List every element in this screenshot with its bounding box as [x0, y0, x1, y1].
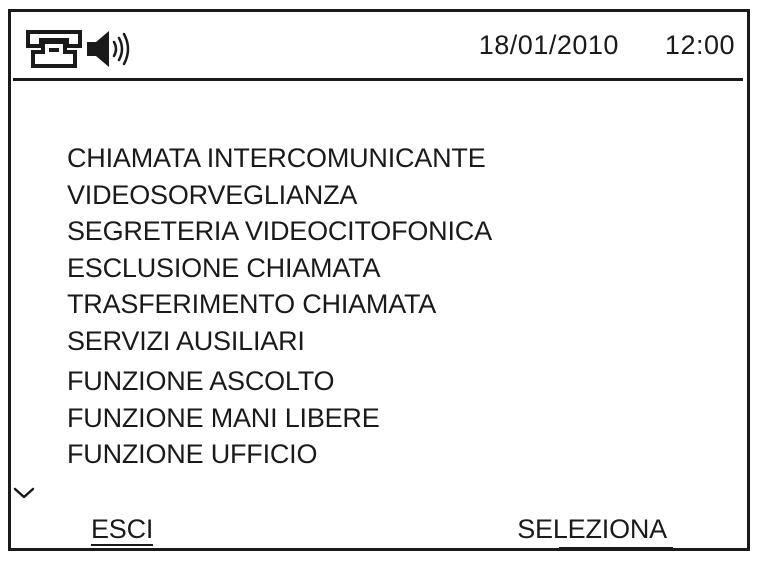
chevron-down-icon[interactable]: [13, 486, 35, 500]
seleziona-label: SELEZIONA: [517, 514, 667, 544]
intercom-handset-icon: [25, 28, 83, 70]
header-divider: [13, 78, 743, 81]
date-time: 18/01/2010 12:00: [479, 30, 735, 61]
seleziona-underline: [559, 547, 674, 549]
date-label: 18/01/2010: [478, 30, 619, 60]
menu-item-servizi-ausiliari[interactable]: SERVIZI AUSILIARI: [67, 323, 492, 360]
seleziona-softkey[interactable]: SELEZIONA: [517, 514, 674, 549]
display-screen: 18/01/2010 12:00 CHIAMATA INTERCOMUNICAN…: [8, 9, 750, 551]
status-icons: [25, 24, 137, 74]
menu-item-esclusione-chiamata[interactable]: ESCLUSIONE CHIAMATA: [67, 250, 492, 287]
menu-item-segreteria-videocitofonica[interactable]: SEGRETERIA VIDEOCITOFONICA: [67, 213, 492, 250]
time-label: 12:00: [664, 30, 735, 60]
menu-item-trasferimento-chiamata[interactable]: TRASFERIMENTO CHIAMATA: [67, 286, 492, 323]
speaker-volume-icon: [83, 26, 137, 72]
menu-item-funzione-mani-libere[interactable]: FUNZIONE MANI LIBERE: [67, 400, 492, 437]
esci-label: ESCI: [91, 514, 154, 546]
menu-item-funzione-ascolto[interactable]: FUNZIONE ASCOLTO: [67, 363, 492, 400]
menu-item-funzione-ufficio[interactable]: FUNZIONE UFFICIO: [67, 436, 492, 473]
status-bar: 18/01/2010 12:00: [11, 12, 747, 80]
menu-item-videosorveglianza[interactable]: VIDEOSORVEGLIANZA: [67, 177, 492, 214]
main-menu: CHIAMATA INTERCOMUNICANTE VIDEOSORVEGLIA…: [67, 140, 492, 473]
menu-item-chiamata-intercomunicante[interactable]: CHIAMATA INTERCOMUNICANTE: [67, 140, 492, 177]
esci-softkey[interactable]: ESCI: [91, 514, 153, 546]
